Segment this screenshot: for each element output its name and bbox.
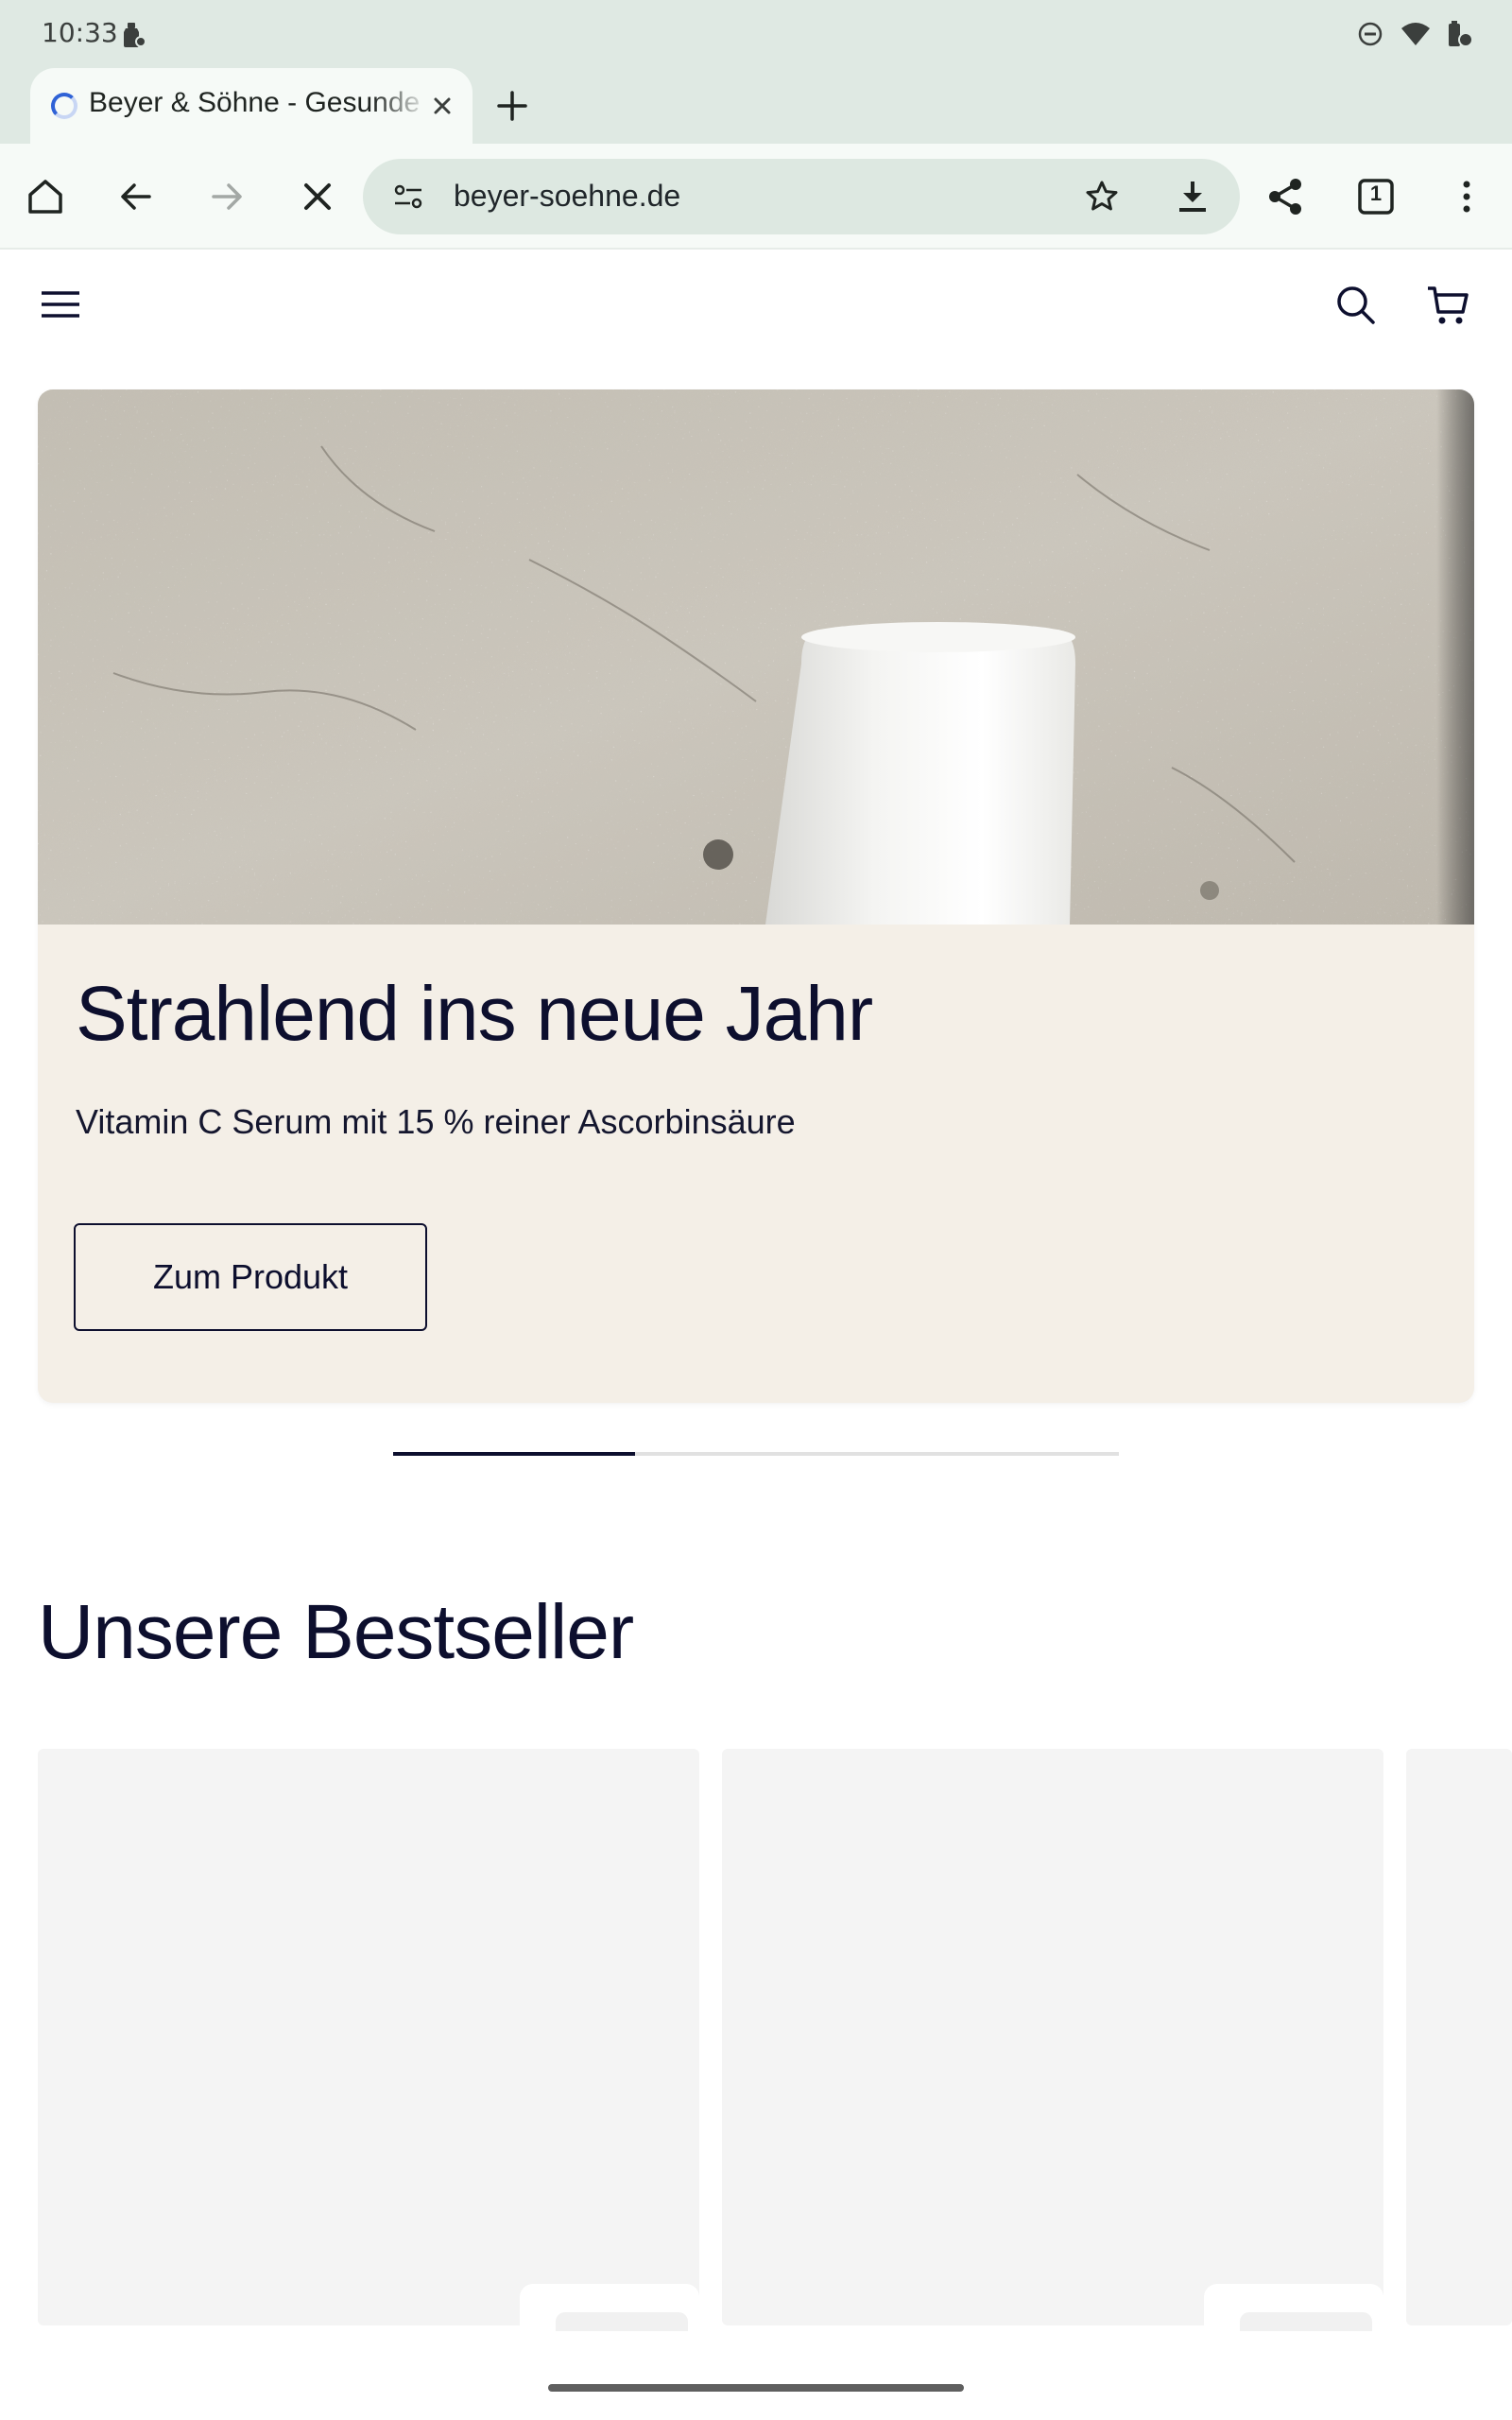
site-settings-icon[interactable] <box>391 180 425 214</box>
new-tab-icon[interactable] <box>493 87 531 125</box>
gesture-home-indicator[interactable] <box>548 2384 964 2392</box>
stop-loading-button[interactable] <box>291 170 344 223</box>
hero-product-image <box>38 389 1474 925</box>
hamburger-menu-icon[interactable] <box>40 287 81 321</box>
tab-count: 1 <box>1369 182 1383 205</box>
hero-title: Strahlend ins neue Jahr <box>76 971 873 1057</box>
browser-tab[interactable]: Beyer & Söhne - Gesunde Haut <box>30 68 472 144</box>
search-icon[interactable] <box>1332 282 1378 327</box>
shopping-cart-icon[interactable] <box>1425 282 1470 327</box>
card-badge-placeholder <box>1204 2284 1383 2331</box>
cleaner-icon <box>124 23 146 47</box>
slider-progress-track[interactable] <box>393 1452 1119 1456</box>
battery-icon <box>1449 21 1473 47</box>
share-button[interactable] <box>1259 170 1312 223</box>
hero-subtitle: Vitamin C Serum mit 15 % reiner Ascorbin… <box>76 1102 796 1141</box>
tab-switcher-button[interactable]: 1 <box>1349 170 1402 223</box>
home-button[interactable] <box>19 170 72 223</box>
status-bar: 10:33 <box>0 0 1512 68</box>
section-title: Unsere Bestseller <box>38 1589 634 1675</box>
slider-progress-fill <box>393 1452 635 1456</box>
card-badge-placeholder <box>520 2284 699 2331</box>
zum-produkt-button[interactable]: Zum Produkt <box>74 1223 427 1331</box>
back-button[interactable] <box>110 170 163 223</box>
more-menu-button[interactable] <box>1440 170 1493 223</box>
tab-title: Beyer & Söhne - Gesunde Haut <box>89 87 429 119</box>
product-card-placeholder[interactable] <box>1406 1749 1512 2325</box>
forward-button[interactable] <box>200 170 253 223</box>
more-vert-icon <box>1463 181 1470 213</box>
product-card-placeholder[interactable] <box>722 1749 1383 2331</box>
arrow-back-icon <box>121 183 151 210</box>
do-not-disturb-icon <box>1358 22 1383 46</box>
product-card-placeholder[interactable] <box>38 1749 699 2331</box>
browser-toolbar: beyer-soehne.de 1 <box>0 144 1512 250</box>
loading-spinner-icon <box>51 93 77 119</box>
home-icon <box>28 180 62 214</box>
url-text: beyer-soehne.de <box>454 179 681 213</box>
close-tab-icon[interactable] <box>425 89 459 123</box>
hero-banner: Strahlend ins neue Jahr Vitamin C Serum … <box>38 389 1474 1403</box>
download-icon[interactable] <box>1172 176 1213 217</box>
bookmark-star-icon[interactable] <box>1083 178 1121 216</box>
tab-strip: Beyer & Söhne - Gesunde Haut <box>0 68 1512 144</box>
status-time: 10:33 <box>42 17 118 48</box>
close-icon <box>304 183 331 210</box>
site-header <box>0 251 1512 355</box>
wifi-icon <box>1401 23 1430 45</box>
share-icon <box>1269 179 1301 215</box>
address-bar[interactable]: beyer-soehne.de <box>363 159 1240 234</box>
arrow-forward-icon <box>212 183 242 210</box>
